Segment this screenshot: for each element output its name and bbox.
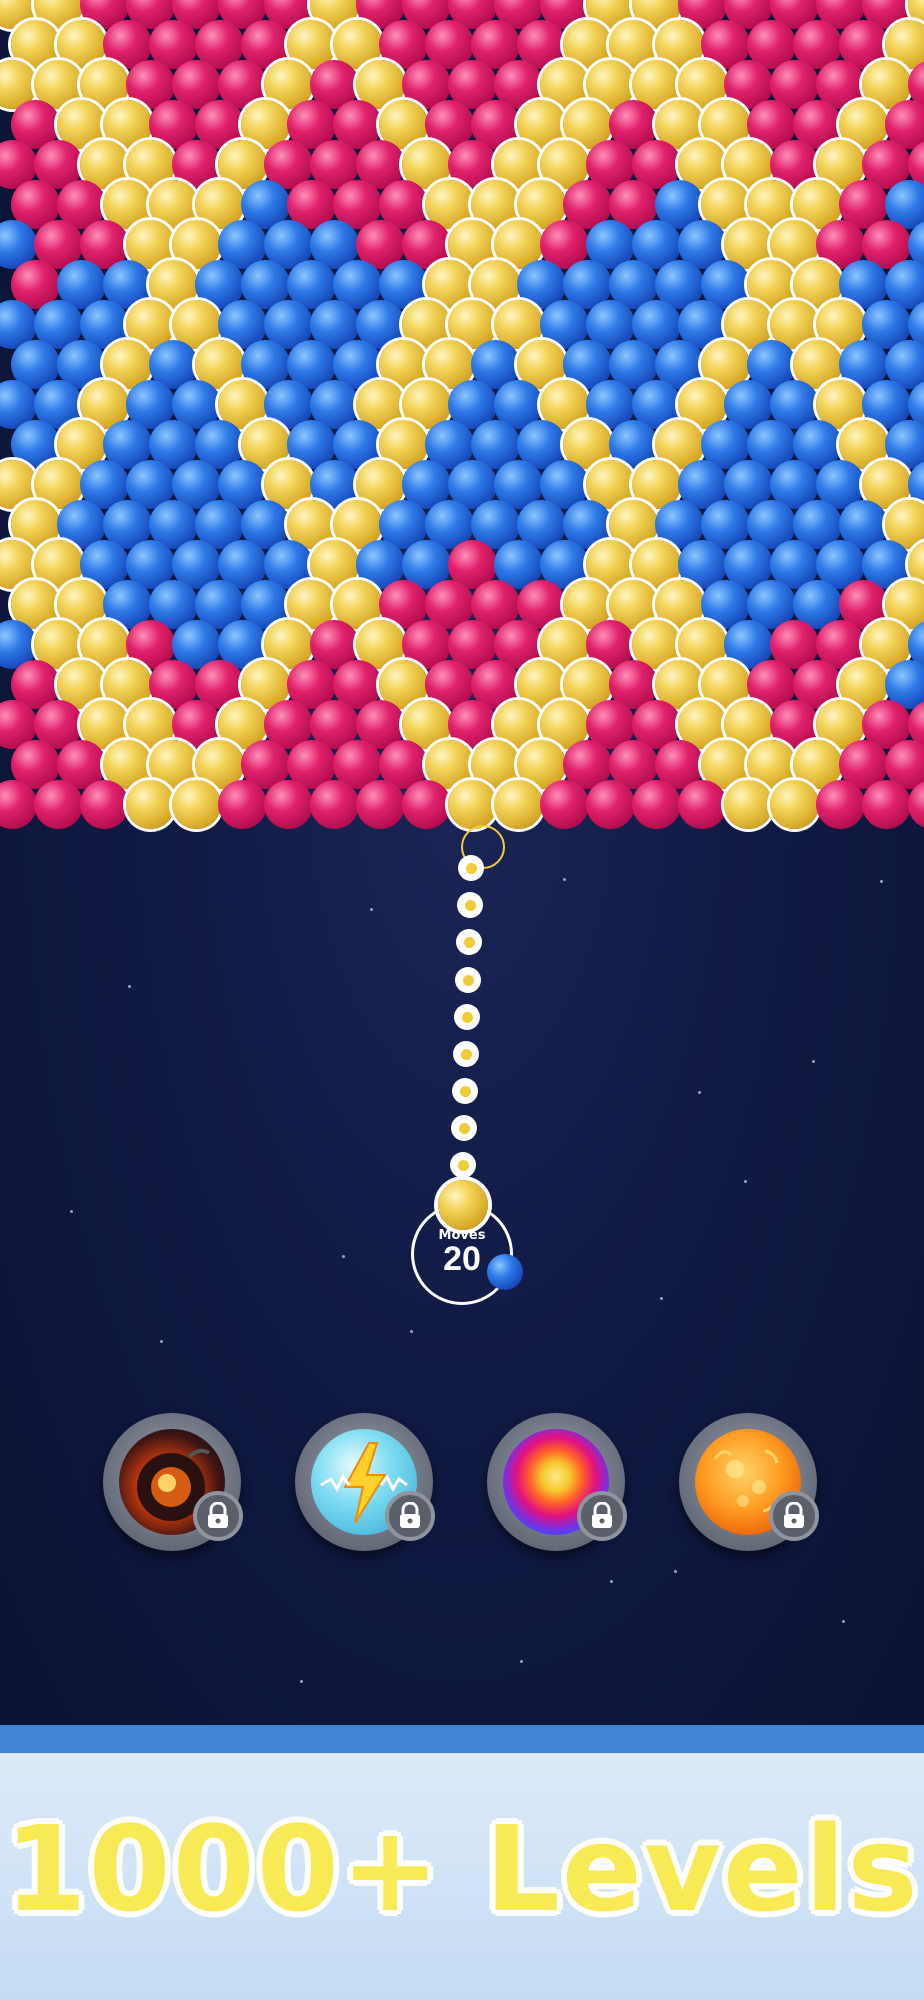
booster-fireball-button[interactable] (679, 1413, 819, 1551)
booster-rainbow-button[interactable] (487, 1413, 627, 1551)
lock-icon (385, 1491, 435, 1541)
star (880, 880, 883, 883)
bubble (816, 780, 865, 829)
star (300, 1680, 303, 1683)
star (698, 1091, 701, 1094)
aim-dot (453, 1041, 479, 1067)
bubble (356, 780, 405, 829)
lock-icon (577, 1491, 627, 1541)
bubble (172, 780, 221, 829)
bubble (126, 780, 175, 829)
star (160, 1340, 163, 1343)
star (660, 1297, 663, 1300)
bubble (218, 780, 267, 829)
bubble (724, 780, 773, 829)
bubble (678, 780, 727, 829)
star (744, 1180, 747, 1183)
aim-dot (457, 892, 483, 918)
bubble (494, 780, 543, 829)
bubble (540, 780, 589, 829)
aim-dot (451, 1115, 477, 1141)
lock-icon (193, 1491, 243, 1541)
star (410, 1330, 413, 1333)
bubble (402, 780, 451, 829)
bubble (862, 780, 911, 829)
aim-dot (455, 967, 481, 993)
bubble (586, 780, 635, 829)
star (128, 985, 131, 988)
bubble (264, 780, 313, 829)
loaded-bubble[interactable] (438, 1180, 488, 1230)
bubble-grid (0, 0, 924, 840)
star (674, 1570, 677, 1573)
booster-bomb-button[interactable] (103, 1413, 243, 1551)
star (812, 1060, 815, 1063)
aim-dot (454, 1004, 480, 1030)
bubble (770, 780, 819, 829)
star (842, 1620, 845, 1623)
aim-dot (456, 929, 482, 955)
bubble (310, 780, 359, 829)
bubble (632, 780, 681, 829)
promo-title: 1000+ Levels (4, 1800, 920, 1938)
bubble (34, 780, 83, 829)
bubble (448, 780, 497, 829)
star (610, 1580, 613, 1583)
booster-lightning-button[interactable] (295, 1413, 435, 1551)
lock-icon (769, 1491, 819, 1541)
bubble (80, 780, 129, 829)
footer-stripe (0, 1725, 924, 1753)
star (520, 1660, 523, 1663)
aim-dot (450, 1152, 476, 1178)
star (70, 1210, 73, 1213)
aim-dot (452, 1078, 478, 1104)
star (342, 1255, 345, 1258)
game-board[interactable]: Moves 20 (0, 0, 924, 1725)
next-bubble-swap[interactable] (487, 1254, 523, 1290)
star (563, 878, 566, 881)
star (370, 908, 373, 911)
aim-dot (458, 855, 484, 881)
